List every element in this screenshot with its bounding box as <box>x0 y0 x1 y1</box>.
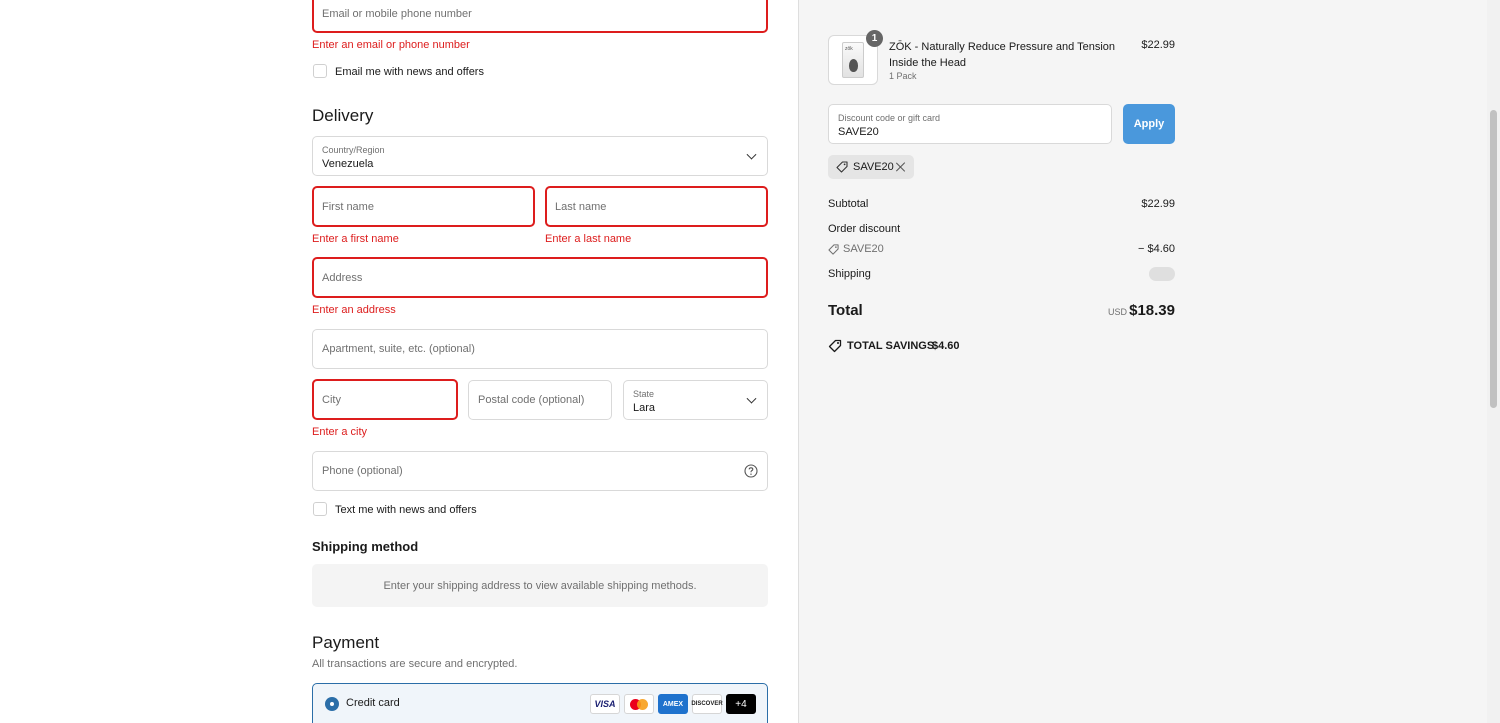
country-value: Venezuela <box>322 158 374 170</box>
country-label: Country/Region <box>322 145 385 155</box>
apartment-field[interactable]: Apartment, suite, etc. (optional) <box>312 329 768 369</box>
quantity-badge: 1 <box>866 30 883 47</box>
credit-card-label: Credit card <box>346 697 400 709</box>
card-logos: VISA AMEX DISCOVER +4 <box>590 694 756 714</box>
discount-code-label: Discount code or gift card <box>838 113 941 123</box>
discount-code-field[interactable]: Discount code or gift card SAVE20 <box>828 104 1112 144</box>
address-field[interactable]: Address <box>312 257 768 298</box>
apply-button[interactable]: Apply <box>1123 104 1175 144</box>
subtotal-label: Subtotal <box>828 198 869 210</box>
delivery-heading: Delivery <box>312 106 374 125</box>
page-scrollbar[interactable] <box>1487 0 1500 723</box>
shipping-method-notice: Enter your shipping address to view avai… <box>312 564 768 607</box>
first-name-placeholder: First name <box>322 200 374 213</box>
shipping-pending-placeholder <box>1149 267 1175 281</box>
text-news-label: Text me with news and offers <box>335 504 477 516</box>
total-value: $18.39 <box>1129 302 1175 319</box>
product-brand-label: zōk <box>845 46 853 52</box>
city-error: Enter a city <box>312 426 368 438</box>
amex-icon: AMEX <box>658 694 688 714</box>
tag-icon <box>836 161 848 173</box>
text-news-checkbox[interactable] <box>313 502 327 516</box>
order-discount-code: SAVE20 <box>843 243 884 255</box>
order-discount-label: Order discount <box>828 223 901 235</box>
order-discount-value: − $4.60 <box>1137 243 1175 255</box>
help-icon[interactable] <box>744 464 758 478</box>
applied-discount-chip: SAVE20 <box>828 155 914 179</box>
applied-discount-code: SAVE20 <box>853 161 894 173</box>
credit-card-radio[interactable] <box>325 697 339 711</box>
first-name-error: Enter a first name <box>312 233 399 245</box>
discover-icon: DISCOVER <box>691 694 723 714</box>
total-savings-label: TOTAL SAVINGS <box>847 340 935 352</box>
city-field[interactable]: City <box>312 379 458 420</box>
product-name: ZŌK - Naturally Reduce Pressure and Tens… <box>889 41 1116 69</box>
more-cards-badge: +4 <box>726 694 756 714</box>
email-news-label: Email me with news and offers <box>335 66 484 78</box>
last-name-error: Enter a last name <box>545 233 632 245</box>
subtotal-value: $22.99 <box>1141 198 1175 210</box>
total-savings-value: $4.60 <box>932 340 960 352</box>
shipping-method-message: Enter your shipping address to view avai… <box>383 579 697 592</box>
last-name-placeholder: Last name <box>555 200 607 213</box>
email-news-checkbox[interactable] <box>313 64 327 78</box>
remove-discount-icon[interactable] <box>895 161 907 173</box>
email-error: Enter an email or phone number <box>312 39 470 51</box>
address-error: Enter an address <box>312 304 396 316</box>
postal-code-placeholder: Postal code (optional) <box>478 394 585 406</box>
last-name-field[interactable]: Last name <box>545 186 768 227</box>
shipping-method-heading: Shipping method <box>312 539 419 554</box>
chevron-down-icon <box>746 149 757 160</box>
payment-heading: Payment <box>312 633 380 652</box>
city-placeholder: City <box>322 393 341 406</box>
state-value: Lara <box>633 402 656 414</box>
phone-field[interactable]: Phone (optional) <box>312 451 768 491</box>
product-price: $22.99 <box>1141 39 1175 51</box>
address-placeholder: Address <box>322 271 363 284</box>
payment-subtitle: All transactions are secure and encrypte… <box>312 658 518 670</box>
email-field[interactable]: Email or mobile phone number <box>312 0 768 33</box>
state-select[interactable]: State Lara <box>623 380 768 420</box>
discount-code-value: SAVE20 <box>838 126 879 138</box>
mastercard-icon <box>624 694 654 714</box>
apartment-placeholder: Apartment, suite, etc. (optional) <box>322 343 475 355</box>
phone-placeholder: Phone (optional) <box>322 465 403 477</box>
visa-icon: VISA <box>590 694 620 714</box>
savings-tag-icon <box>828 339 842 353</box>
product-image: zōk <box>842 42 864 78</box>
total-label: Total <box>828 302 863 319</box>
country-select[interactable]: Country/Region Venezuela <box>312 136 768 176</box>
tag-icon <box>828 244 839 255</box>
shipping-label: Shipping <box>828 268 871 280</box>
product-variant: 1 Pack <box>889 71 917 81</box>
scrollbar-thumb[interactable] <box>1490 110 1497 408</box>
postal-code-field[interactable]: Postal code (optional) <box>468 380 612 420</box>
email-placeholder: Email or mobile phone number <box>322 8 472 20</box>
chevron-down-icon <box>746 393 757 404</box>
state-label: State <box>633 389 655 399</box>
first-name-field[interactable]: First name <box>312 186 535 227</box>
credit-card-option[interactable]: Credit card VISA AMEX DISCOVER +4 <box>312 683 768 723</box>
